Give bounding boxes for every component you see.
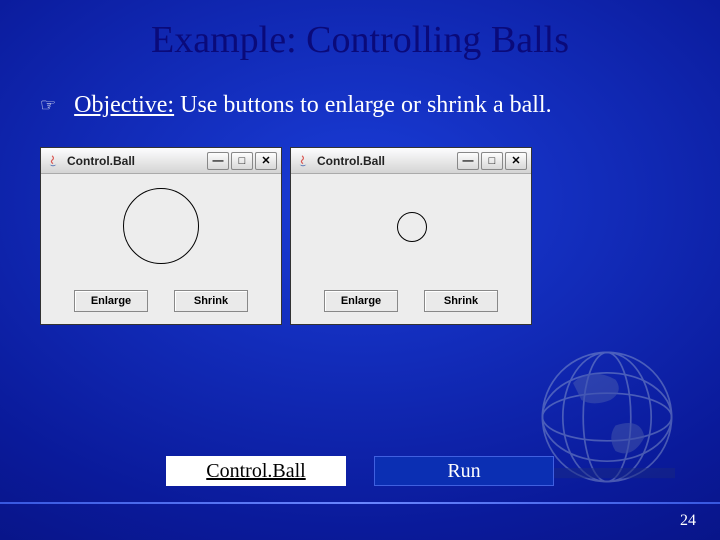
titlebar: Control.Ball — □ ✕ [291, 148, 531, 174]
java-icon [295, 153, 311, 169]
run-link[interactable]: Run [374, 456, 554, 486]
enlarge-button[interactable]: Enlarge [324, 290, 398, 312]
close-button[interactable]: ✕ [505, 152, 527, 170]
window-title: Control.Ball [317, 154, 455, 168]
objective-label: Objective: [74, 92, 174, 118]
ball-circle [397, 212, 427, 242]
close-button[interactable]: ✕ [255, 152, 277, 170]
titlebar: Control.Ball — □ ✕ [41, 148, 281, 174]
button-row: Enlarge Shrink [41, 282, 281, 324]
maximize-button[interactable]: □ [231, 152, 253, 170]
shrink-button[interactable]: Shrink [424, 290, 498, 312]
windows-row: Control.Ball — □ ✕ Enlarge Shrink Contro… [40, 147, 720, 325]
slide-title: Example: Controlling Balls [0, 0, 720, 62]
objective-text: Use buttons to enlarge or shrink a ball. [174, 92, 551, 118]
enlarge-button[interactable]: Enlarge [74, 290, 148, 312]
window-title: Control.Ball [67, 154, 205, 168]
canvas-area [291, 174, 531, 282]
app-window-2: Control.Ball — □ ✕ Enlarge Shrink [290, 147, 532, 325]
hand-icon: ☞ [40, 95, 56, 116]
canvas-area [41, 174, 281, 282]
shrink-button[interactable]: Shrink [174, 290, 248, 312]
divider [0, 502, 720, 504]
page-number: 24 [680, 512, 696, 530]
objective-row: ☞ Objective: Use buttons to enlarge or s… [40, 92, 720, 119]
link-row: Control.Ball Run [0, 456, 720, 486]
maximize-button[interactable]: □ [481, 152, 503, 170]
ball-circle [123, 188, 199, 264]
button-row: Enlarge Shrink [291, 282, 531, 324]
minimize-button[interactable]: — [207, 152, 229, 170]
java-icon [45, 153, 61, 169]
controlball-link[interactable]: Control.Ball [166, 456, 346, 486]
minimize-button[interactable]: — [457, 152, 479, 170]
app-window-1: Control.Ball — □ ✕ Enlarge Shrink [40, 147, 282, 325]
